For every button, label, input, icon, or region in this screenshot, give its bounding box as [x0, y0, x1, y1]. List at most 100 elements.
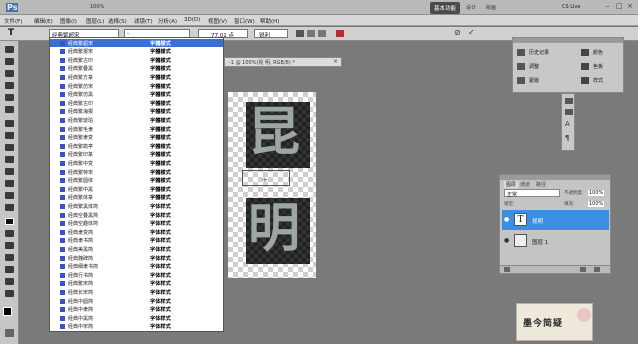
font-item[interactable]: 经典繁仿黑 字體樣式	[50, 91, 223, 99]
layers-panel-titlebar[interactable]	[500, 175, 610, 180]
crop-tool-icon[interactable]	[5, 94, 14, 101]
masks-panel-button[interactable]: 蒙版	[529, 77, 539, 84]
font-item[interactable]: 经典繁琥珀 字體樣式	[50, 116, 223, 124]
pen-tool-icon[interactable]	[5, 242, 14, 249]
font-item[interactable]: 经典繁超宋 字體樣式	[50, 39, 223, 48]
cancel-icon[interactable]: ⊘	[454, 28, 461, 37]
workspace-essentials-button[interactable]: 基本功能	[430, 2, 461, 14]
workspace-design-button[interactable]: 设计	[466, 4, 476, 11]
styles-panel-button[interactable]: 样式	[593, 77, 603, 84]
font-family-dropdown[interactable]: 经典繁超宋 字體樣式 经典繁报宋 字體樣式 经典繁古印 字體樣式 经典繁叠黑 字體樣式 …	[49, 37, 224, 332]
3d-rotate-tool-icon[interactable]	[5, 266, 14, 273]
healing-tool-icon[interactable]	[5, 120, 14, 127]
blend-mode-select[interactable]: 正常	[504, 189, 560, 198]
link-layers-icon[interactable]	[504, 267, 510, 272]
strip-brush-icon[interactable]	[565, 109, 573, 115]
zoom-tool-icon[interactable]	[5, 290, 14, 297]
history-panel-button[interactable]: 历史记录	[529, 49, 549, 56]
adjustments-icon[interactable]	[517, 63, 525, 70]
eyedropper-tool-icon[interactable]	[5, 106, 14, 113]
font-item[interactable]: 经典繁圆体 字體樣式	[50, 177, 223, 185]
font-item[interactable]: 经典空趣体简 字体样式	[50, 220, 223, 228]
menu-layer[interactable]: 图层(L)	[86, 17, 104, 25]
align-left-icon[interactable]	[296, 30, 304, 37]
history-brush-tool-icon[interactable]	[5, 156, 14, 163]
font-item[interactable]: 经典繁勘亭 字體樣式	[50, 142, 223, 150]
menu-analysis[interactable]: 分析(A)	[158, 17, 177, 25]
menu-image[interactable]: 图像(I)	[60, 17, 77, 25]
font-item[interactable]: 经典繁报宋 字體樣式	[50, 48, 223, 56]
layer-row[interactable]: ● 图层 1	[502, 231, 609, 251]
dodge-tool-icon[interactable]	[5, 204, 14, 211]
menu-view[interactable]: 视图(V)	[208, 17, 227, 25]
font-item[interactable]: 经典中隶简 字体样式	[50, 306, 223, 314]
swatches-icon[interactable]	[581, 63, 589, 70]
strip-character-icon[interactable]: A	[565, 120, 570, 128]
menu-select[interactable]: 选择(S)	[108, 17, 127, 25]
commit-icon[interactable]: ✓	[468, 28, 475, 37]
font-item[interactable]: 经典繁宋简 字体样式	[50, 280, 223, 288]
tab-layers[interactable]: 图层	[504, 181, 519, 188]
minimize-icon[interactable]: –	[606, 2, 610, 10]
font-item[interactable]: 经典繁特宋 字體樣式	[50, 168, 223, 176]
menu-edit[interactable]: 编辑(E)	[34, 17, 53, 25]
font-item[interactable]: 经典空叠黑简 字体样式	[50, 211, 223, 219]
color-panel-button[interactable]: 颜色	[593, 49, 603, 56]
font-item[interactable]: 经典行书简 字体样式	[50, 271, 223, 279]
masks-icon[interactable]	[517, 77, 525, 84]
align-right-icon[interactable]	[318, 30, 326, 37]
visibility-eye-icon[interactable]: ●	[504, 216, 509, 223]
font-item[interactable]: 经典繁毛隶 字體樣式	[50, 125, 223, 133]
visibility-eye-icon[interactable]: ●	[504, 237, 509, 244]
new-layer-icon[interactable]	[580, 267, 586, 272]
document-close-icon[interactable]: ×	[333, 58, 338, 65]
swatches-panel-button[interactable]: 色板	[593, 63, 603, 70]
font-item[interactable]: 经典繁隶变 字體樣式	[50, 134, 223, 142]
tab-channels[interactable]: 通道	[520, 181, 530, 188]
font-item[interactable]: 经典繁海报 字體樣式	[50, 108, 223, 116]
path-select-tool-icon[interactable]	[5, 230, 14, 237]
strip-tool-icon[interactable]	[565, 98, 573, 104]
menu-file[interactable]: 文件(F)	[4, 17, 22, 25]
color-icon[interactable]	[581, 49, 589, 56]
marquee-tool-icon[interactable]	[5, 58, 14, 65]
font-item[interactable]: 经典繁仿宋 字體樣式	[50, 82, 223, 90]
font-item[interactable]: 经典魏碑简 字体样式	[50, 254, 223, 262]
blur-tool-icon[interactable]	[5, 192, 14, 199]
font-item[interactable]: 经典长宋简 字体样式	[50, 288, 223, 296]
foreground-color-swatch[interactable]	[3, 307, 12, 316]
move-tool-icon[interactable]	[5, 46, 14, 53]
cs-live-button[interactable]: CS Live	[562, 4, 580, 10]
font-item[interactable]: 经典繁古印 字體樣式	[50, 56, 223, 64]
quick-mask-icon[interactable]	[5, 329, 14, 337]
strip-paragraph-icon[interactable]: ¶	[565, 134, 569, 142]
adjustments-panel-button[interactable]: 调整	[529, 63, 539, 70]
zoom-level[interactable]: 100%	[90, 4, 104, 10]
font-item[interactable]: 经典繁黑体简 字体样式	[50, 202, 223, 210]
brush-tool-icon[interactable]	[5, 132, 14, 139]
hand-tool-icon[interactable]	[5, 278, 14, 285]
styles-icon[interactable]	[581, 77, 589, 84]
font-item[interactable]: 经典中黑简 字体样式	[50, 314, 223, 322]
font-item[interactable]: 经典繁中变 字體樣式	[50, 159, 223, 167]
document-tab[interactable]: -1 @ 100%(昆 明, RGB/8) * ×	[224, 57, 342, 67]
close-icon[interactable]: ×	[627, 2, 633, 10]
menu-help[interactable]: 帮助(H)	[260, 17, 279, 25]
opacity-field[interactable]: 100%	[588, 190, 605, 196]
font-item[interactable]: 经典繁方篆 字體樣式	[50, 73, 223, 81]
panel-dock-titlebar[interactable]	[513, 38, 623, 43]
tab-paths[interactable]: 路径	[536, 181, 546, 188]
history-icon[interactable]	[517, 49, 525, 56]
menu-filter[interactable]: 滤镜(T)	[134, 17, 153, 25]
type-tool-icon-toolbox[interactable]	[5, 218, 14, 225]
font-item[interactable]: 经典繁古印 字體樣式	[50, 99, 223, 107]
font-item[interactable]: 经典繁体篆 字體樣式	[50, 194, 223, 202]
font-item[interactable]: 经典隶变简 字体样式	[50, 228, 223, 236]
font-item[interactable]: 经典细隶书简 字体样式	[50, 263, 223, 271]
fill-field[interactable]: 100%	[588, 201, 605, 207]
menu-3d[interactable]: 3D(D)	[184, 17, 200, 23]
font-item[interactable]: 经典中圆简 字体样式	[50, 297, 223, 305]
quick-select-tool-icon[interactable]	[5, 82, 14, 89]
stamp-tool-icon[interactable]	[5, 144, 14, 151]
anti-alias-select[interactable]: 锐利	[254, 29, 288, 39]
